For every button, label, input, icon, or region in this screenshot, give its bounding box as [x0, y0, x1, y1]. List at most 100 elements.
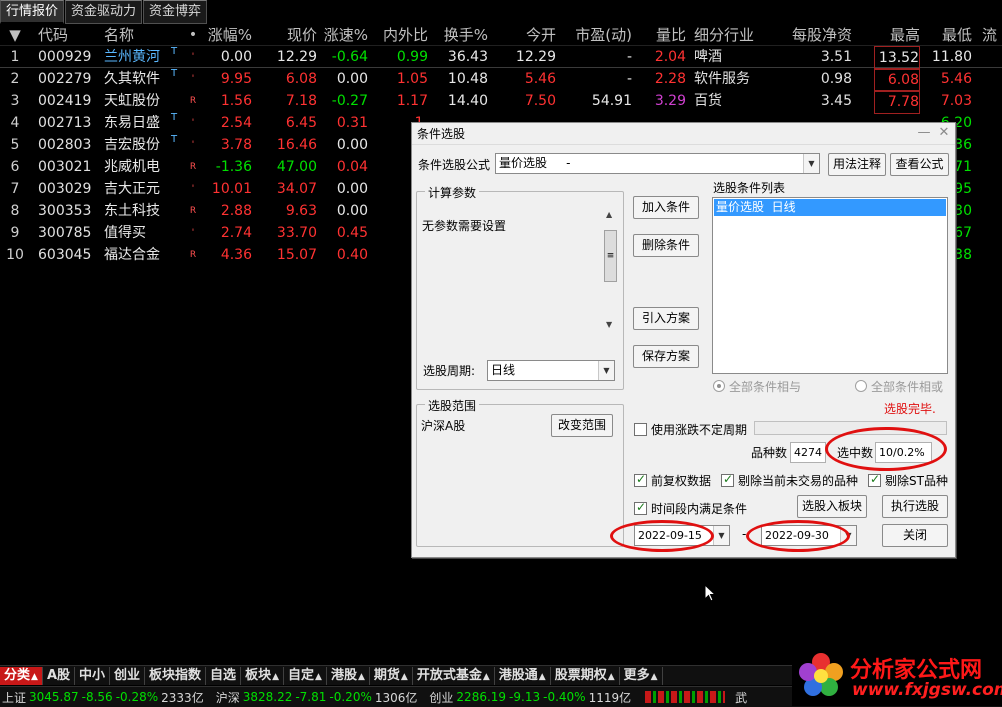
radio-or-label: 全部条件相或: [871, 380, 944, 394]
cell-flag: ': [191, 118, 195, 128]
period-select[interactable]: 日线 ▼: [487, 360, 615, 381]
add-condition-button[interactable]: 加入条件: [633, 196, 699, 219]
bottom-tab[interactable]: 中小: [75, 666, 111, 685]
radio-or[interactable]: [855, 380, 867, 392]
scroll-thumb[interactable]: ≡: [604, 230, 617, 282]
pre-adjust-checkbox[interactable]: [634, 472, 647, 487]
col-more[interactable]: 流: [982, 24, 1002, 46]
delete-condition-button[interactable]: 删除条件: [633, 234, 699, 257]
sort-arrow-icon[interactable]: ▼: [0, 24, 30, 46]
col-pe[interactable]: 市盈(动): [564, 24, 632, 46]
chevron-down-icon[interactable]: ▼: [598, 361, 614, 380]
exclude-untraded-checkbox[interactable]: [721, 472, 734, 487]
bottom-tab[interactable]: 创业: [110, 666, 146, 685]
list-item[interactable]: 量价选股 日线: [714, 199, 946, 216]
change-range-button[interactable]: 改变范围: [551, 414, 613, 437]
status-done-text: 选股完毕.: [884, 402, 936, 416]
cell-vr: 3.29: [654, 93, 686, 109]
cell-idx: 4: [10, 115, 20, 131]
cell-pe: -: [626, 71, 632, 87]
col-high[interactable]: 最高: [874, 24, 920, 46]
cell-price: 6.45: [285, 115, 317, 131]
import-scheme-button[interactable]: 引入方案: [633, 307, 699, 330]
col-price[interactable]: 现价: [255, 24, 317, 46]
add-to-block-button[interactable]: 选股入板块: [797, 495, 867, 518]
exclude-st-checkbox[interactable]: [868, 472, 881, 487]
cell-price: 16.46: [276, 137, 317, 153]
tab-quotes[interactable]: 行情报价: [0, 0, 65, 24]
col-open[interactable]: 今开: [494, 24, 556, 46]
cell-pe: -: [626, 49, 632, 65]
radio-and[interactable]: [713, 380, 725, 392]
bottom-tab[interactable]: 板块指数: [145, 666, 207, 685]
bottom-tab[interactable]: 期货▲: [370, 666, 413, 685]
chevron-down-icon[interactable]: ▼: [713, 526, 729, 545]
mini-bars-icon: [645, 691, 726, 703]
cell-price: 7.18: [285, 93, 317, 109]
save-scheme-button[interactable]: 保存方案: [633, 345, 699, 368]
bottom-tab[interactable]: 板块▲: [241, 666, 284, 685]
cell-speed: 0.31: [336, 115, 368, 131]
col-industry[interactable]: 细分行业: [694, 24, 774, 46]
bottom-tab[interactable]: 自定▲: [284, 666, 327, 685]
tab-fund-drive[interactable]: 资金驱动力: [65, 0, 143, 24]
table-row[interactable]: 2 002279 久其软件 T ' 9.95 6.08 0.00 1.05 10.48 5.46-2…: [0, 68, 1002, 92]
bottom-tab[interactable]: 分类▲: [0, 666, 43, 685]
cell-nav: 3.45: [820, 93, 852, 109]
scroll-down-icon[interactable]: ▼: [606, 320, 612, 329]
tab-fund-game[interactable]: 资金博弈: [143, 0, 208, 24]
usage-note-button[interactable]: 用法注释: [828, 153, 886, 176]
bottom-tab-label: 港股: [330, 667, 357, 683]
bottom-tab[interactable]: 港股▲: [327, 666, 370, 685]
cell-turn: 10.48: [447, 71, 488, 87]
col-turnover[interactable]: 换手%: [434, 24, 488, 46]
cell-price: 6.08: [285, 71, 317, 87]
params-group: 计算参数 无参数需要设置 ▲ ≡ ▼ 选股周期: 日线 ▼: [416, 184, 624, 390]
triangle-up-icon: ▲: [315, 671, 322, 682]
cell-name: 东土科技: [104, 203, 160, 219]
cell-price: 34.07: [276, 181, 317, 197]
table-row[interactable]: 3 002419 天虹股份 R 1.56 7.18 -0.27 1.17 14.40 7.50 54…: [0, 90, 1002, 114]
execute-button[interactable]: 执行选股: [882, 495, 948, 518]
formula-select[interactable]: 量价选股 - ▼: [495, 153, 820, 174]
close-button[interactable]: 关闭: [882, 524, 948, 547]
table-row[interactable]: 1 000929 兰州黄河 T ' 0.00 12.29 -0.64 0.99 36.43 12.2…: [0, 46, 1002, 70]
close-icon[interactable]: ✕: [936, 126, 952, 142]
cell-ratio: 1.05: [396, 71, 428, 87]
cell-ind: 啤酒: [694, 49, 722, 65]
dialog-title[interactable]: 条件选股: [412, 123, 955, 145]
minimize-icon[interactable]: —: [916, 126, 932, 142]
bottom-tab[interactable]: 股票期权▲: [551, 666, 620, 685]
bottom-tab[interactable]: 自选: [206, 666, 242, 685]
uncertain-period-checkbox[interactable]: [634, 423, 647, 436]
col-dot[interactable]: •: [186, 24, 200, 46]
cell-speed: 0.00: [336, 71, 368, 87]
col-nav[interactable]: 每股净资: [780, 24, 852, 46]
period-label: 选股周期:: [423, 364, 476, 378]
cell-chg: 2.54: [220, 115, 252, 131]
params-group-label: 计算参数: [425, 184, 480, 201]
bottom-tab[interactable]: 港股通▲: [495, 666, 551, 685]
col-code[interactable]: 代码: [38, 24, 98, 46]
formula-value: 量价选股 -: [499, 156, 571, 170]
bottom-tab-label: 更多: [623, 667, 650, 683]
chevron-down-icon[interactable]: ▼: [803, 154, 819, 173]
bottom-tab[interactable]: A股: [43, 666, 75, 685]
range-group: 选股范围 沪深A股 改变范围: [416, 397, 624, 547]
time-range-checkbox[interactable]: [634, 500, 647, 515]
condition-list[interactable]: 量价选股 日线: [712, 197, 948, 374]
col-volume-ratio[interactable]: 量比: [640, 24, 686, 46]
col-inout-ratio[interactable]: 内外比: [374, 24, 428, 46]
cell-chg: 3.78: [220, 137, 252, 153]
col-speed[interactable]: 涨速%: [322, 24, 368, 46]
params-scrollbar[interactable]: ▲ ≡ ▼: [604, 210, 618, 333]
view-formula-button[interactable]: 查看公式: [890, 153, 949, 176]
col-change[interactable]: 涨幅%: [200, 24, 252, 46]
cell-chg: 9.95: [220, 71, 252, 87]
bottom-tab[interactable]: 开放式基金▲: [413, 666, 495, 685]
col-low[interactable]: 最低: [928, 24, 972, 46]
cell-name: 福达合金: [104, 247, 160, 263]
cell-chg: 1.56: [220, 93, 252, 109]
bottom-tab[interactable]: 更多▲: [620, 666, 663, 685]
scroll-up-icon[interactable]: ▲: [606, 210, 612, 219]
